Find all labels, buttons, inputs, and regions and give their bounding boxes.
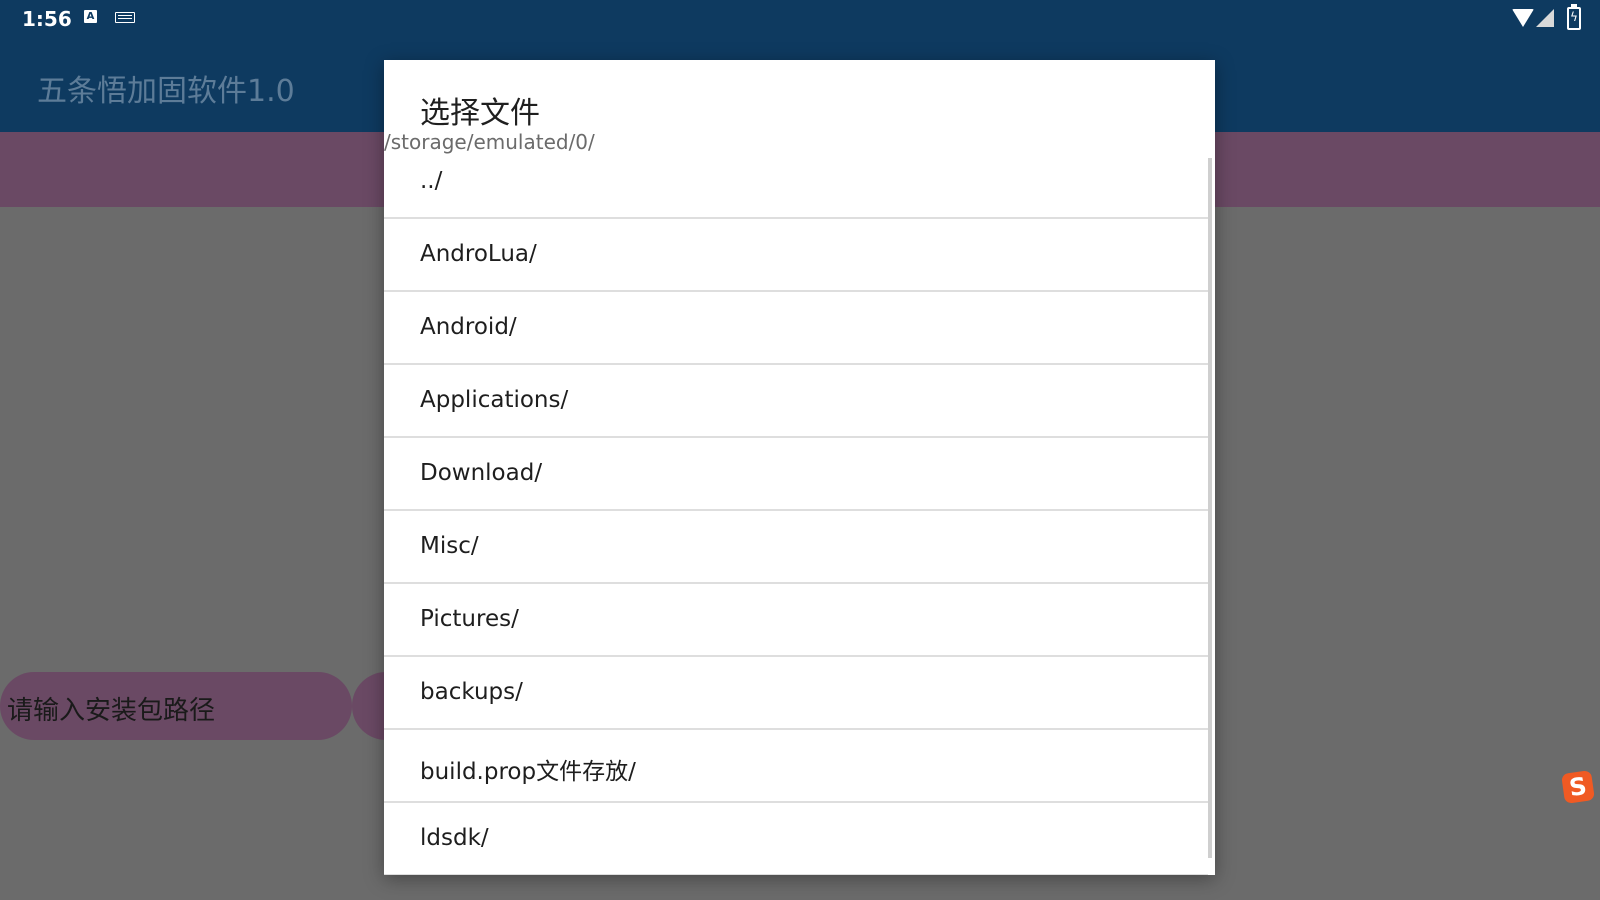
signal-icon [1536,9,1554,27]
file-item-android[interactable]: Android/ [384,292,1208,365]
file-item-androlua[interactable]: AndroLua/ [384,219,1208,292]
file-item-backups[interactable]: backups/ [384,657,1208,730]
file-item-misc[interactable]: Misc/ [384,511,1208,584]
keyboard-a-icon: A [84,10,97,23]
file-item-label: Misc/ [420,533,479,559]
apk-path-input[interactable]: 请输入安装包路径 [0,672,352,740]
file-item-label: AndroLua/ [420,241,537,267]
sogou-ime-icon[interactable]: S [1561,770,1595,804]
file-item-build-prop[interactable]: build.prop文件存放/ [384,730,1208,803]
file-item-parent[interactable]: ../ [384,146,1208,219]
status-time: 1:56 [22,7,72,31]
file-item-label: Download/ [420,460,543,486]
file-item-ldsdk[interactable]: ldsdk/ [384,803,1208,875]
dialog-title: 选择文件 [420,96,540,131]
app-title: 五条悟加固软件1.0 [37,74,295,109]
dialog-scrollbar[interactable] [1208,158,1212,858]
file-item-download[interactable]: Download/ [384,438,1208,511]
file-item-label: build.prop文件存放/ [420,759,636,785]
file-item-label: ldsdk/ [420,825,489,851]
file-item-label: backups/ [420,679,523,705]
wifi-icon [1512,9,1534,27]
file-item-label: ../ [420,168,443,194]
file-list: ../ AndroLua/ Android/ Applications/ Dow… [384,146,1208,875]
file-item-applications[interactable]: Applications/ [384,365,1208,438]
file-item-label: Android/ [420,314,517,340]
file-item-label: Applications/ [420,387,569,413]
apk-path-placeholder: 请输入安装包路径 [7,696,216,726]
file-item-pictures[interactable]: Pictures/ [384,584,1208,657]
keyboard-icon [115,12,135,23]
battery-charging-icon [1567,4,1581,30]
file-item-label: Pictures/ [420,606,519,632]
file-chooser-dialog: 选择文件 /storage/emulated/0/ ../ AndroLua/ … [384,60,1215,875]
status-bar: 1:56 A [0,0,1600,36]
